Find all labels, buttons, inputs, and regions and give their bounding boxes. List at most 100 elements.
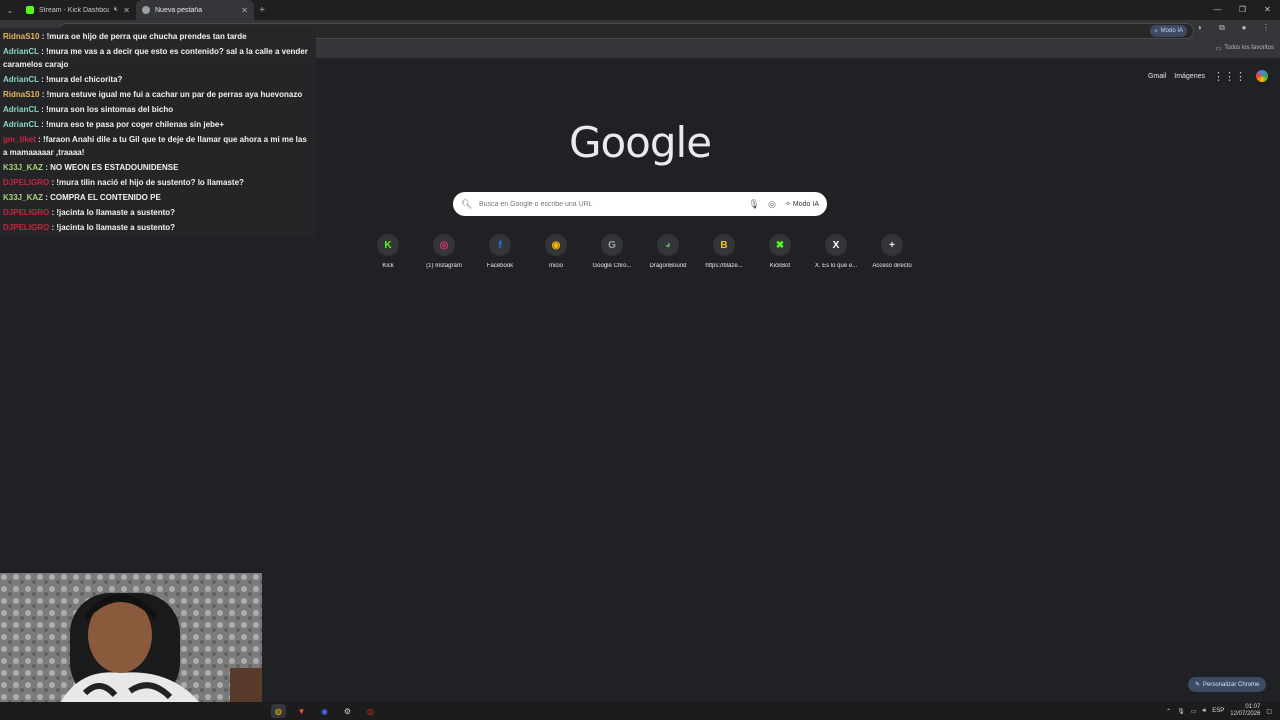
- shortcut-label: Acceso directo: [872, 263, 912, 269]
- shortcut-label: Facebook: [486, 263, 514, 269]
- modo-ia-button[interactable]: ✧ Modo IA: [781, 200, 819, 208]
- all-bookmarks-label: Todos los favoritos: [1224, 45, 1274, 51]
- taskbar-apps: ◍ ▼ ◉ ⚙︎ ◎: [271, 704, 378, 718]
- chat-username: K33J_KAZ: [3, 163, 44, 172]
- chat-text: NO WEON ES ESTADOUNIDENSE: [50, 163, 179, 172]
- window-controls: — ❐ ✕: [1205, 0, 1280, 20]
- chat-username: DJPELIGRO: [3, 223, 50, 232]
- shortcut-blaze[interactable]: Bhttps://blaze...: [696, 234, 752, 269]
- notifications-icon[interactable]: ▢: [1266, 708, 1272, 715]
- extensions-icon[interactable]: ⧉: [1216, 23, 1228, 33]
- chrome-icon[interactable]: ◍: [271, 704, 286, 718]
- chat-text: COMPRA EL CONTENIDO PE: [50, 193, 161, 202]
- kick-icon: [26, 6, 34, 14]
- shortcut-tiles: K Kick ◎ (1) Instagram f Facebook ◉ Inicio G…: [360, 234, 920, 269]
- customize-chrome-button[interactable]: ✎ Personalizar Chrome: [1188, 677, 1267, 692]
- cast-icon[interactable]: ◗: [1194, 23, 1206, 33]
- steam-icon[interactable]: ⚙︎: [340, 704, 355, 718]
- discord-icon[interactable]: ◉: [317, 704, 332, 718]
- chat-text: !mura me vas a a decir que esto es conte…: [3, 47, 308, 69]
- muted-speaker-icon[interactable]: 🔇︎: [114, 6, 118, 14]
- modo-ia-chip[interactable]: ✧ Modo IA: [1149, 25, 1187, 37]
- google-apps-icon[interactable]: ⋮⋮⋮: [1213, 70, 1246, 83]
- tab-kick-dashboard[interactable]: Stream - Kick Dashboard 🔇︎ ✕: [20, 0, 136, 20]
- shortcut-add[interactable]: + Acceso directo: [864, 234, 920, 269]
- chat-username: AdrianCL: [3, 47, 39, 56]
- clock[interactable]: 01:07 12/07/2026: [1230, 704, 1260, 718]
- brave-icon[interactable]: ▼: [294, 704, 309, 718]
- kick-icon: K: [377, 234, 399, 256]
- chat-message: K33J_KAZ : COMPRA EL CONTENIDO PE: [3, 193, 161, 202]
- search-input[interactable]: [473, 200, 746, 208]
- chat-message: AdrianCL : !mura me vas a a decir que es…: [3, 47, 308, 69]
- gmail-link[interactable]: Gmail: [1148, 73, 1166, 80]
- shortcut-kickbot[interactable]: ✖ KickBot: [752, 234, 808, 269]
- shortcut-inicio[interactable]: ◉ Inicio: [528, 234, 584, 269]
- language-indicator[interactable]: ESP: [1212, 708, 1224, 714]
- google-icon: G: [601, 234, 623, 256]
- google-lens-icon[interactable]: ◎: [763, 199, 781, 210]
- system-tray: ⌃ 🎙︎ ▭ 🔊︎ ESP 01:07 12/07/2026 ▢: [1166, 704, 1272, 718]
- shortcut-label: https://blaze...: [705, 263, 743, 269]
- network-icon[interactable]: ▭: [1191, 708, 1197, 715]
- chat-text: !mura estuve igual me fui a cachar un pa…: [46, 90, 303, 99]
- stream-chat-overlay: RidnaS10 : !mura oe hijo de perra que ch…: [0, 28, 316, 238]
- volume-icon[interactable]: 🔊︎: [1203, 708, 1207, 715]
- microphone-icon[interactable]: 🎙︎: [745, 199, 763, 210]
- sparkle-icon: ✧: [785, 201, 793, 208]
- chat-message: RidnaS10 : !mura estuve igual me fui a c…: [3, 90, 303, 99]
- obs-icon[interactable]: ◎: [363, 704, 378, 718]
- chat-username: DJPELIGRO: [3, 178, 50, 187]
- tab-title: Stream - Kick Dashboard: [39, 6, 109, 14]
- chat-username: AdrianCL: [3, 105, 39, 114]
- chat-text: !jacinta lo llamaste a sustento?: [56, 223, 176, 232]
- search-box[interactable]: 🔍︎ 🎙︎ ◎ ✧ Modo IA: [453, 192, 827, 216]
- shortcut-label: KickBot: [769, 263, 791, 269]
- inicio-icon: ◉: [545, 234, 567, 256]
- google-logo: Google: [568, 118, 712, 167]
- close-window-icon[interactable]: ✕: [1255, 0, 1280, 20]
- tab-strip: ⌄ Stream - Kick Dashboard 🔇︎ ✕ Nueva pes…: [0, 0, 1280, 20]
- chat-message: AdrianCL : !mura del chicorita?: [3, 75, 123, 84]
- restore-icon[interactable]: ❐: [1230, 0, 1255, 20]
- search-icon: 🔍︎: [461, 198, 473, 209]
- shortcut-label: Inicio: [548, 263, 563, 269]
- sparkle-icon: ✧: [1153, 28, 1159, 35]
- folder-icon: ▭: [1215, 46, 1222, 52]
- profile-chip-icon[interactable]: ●: [1238, 23, 1250, 33]
- menu-kebab-icon[interactable]: ⋮: [1260, 23, 1272, 33]
- tray-chevron-icon[interactable]: ⌃: [1166, 708, 1171, 715]
- chat-text: !mura tilin nació el hijo de sustento? l…: [56, 178, 244, 187]
- clock-time: 01:07: [1245, 704, 1261, 710]
- tab-search-chevron-icon[interactable]: ⌄: [0, 0, 20, 20]
- kickbot-icon: ✖: [769, 234, 791, 256]
- minimize-icon[interactable]: —: [1205, 0, 1230, 20]
- tab-new-tab[interactable]: Nueva pestaña ✕: [136, 0, 254, 20]
- shortcut-x[interactable]: X X. Es lo que e...: [808, 234, 864, 269]
- tab-title: Nueva pestaña: [155, 6, 203, 14]
- all-bookmarks-button[interactable]: ▭ Todos los favoritos: [1216, 45, 1274, 52]
- webcam-overlay: [0, 573, 262, 703]
- shortcut-dragonbound[interactable]: ◕ DragonBound: [640, 234, 696, 269]
- chat-username: gm_tiket: [3, 135, 36, 144]
- facebook-icon: f: [489, 234, 511, 256]
- shortcut-label: X. Es lo que e...: [814, 263, 858, 269]
- webcam-feed-image: [0, 573, 262, 703]
- shortcut-kick[interactable]: K Kick: [360, 234, 416, 269]
- close-tab-icon[interactable]: ✕: [241, 6, 248, 15]
- images-link[interactable]: Imágenes: [1174, 73, 1205, 80]
- shortcut-google-chrome[interactable]: G Google Chro...: [584, 234, 640, 269]
- chat-message: DJPELIGRO : !jacinta lo llamaste a suste…: [3, 208, 176, 217]
- windows-taskbar: ◍ ▼ ◉ ⚙︎ ◎ ⌃ 🎙︎ ▭ 🔊︎ ESP 01:07 12/07/202…: [0, 702, 1280, 720]
- new-tab-plus-icon[interactable]: +: [254, 5, 270, 16]
- chat-message: K33J_KAZ : NO WEON ES ESTADOUNIDENSE: [3, 163, 179, 172]
- chat-username: K33J_KAZ: [3, 193, 44, 202]
- shortcut-label: Kick: [382, 263, 394, 269]
- microphone-icon[interactable]: 🎙︎: [1177, 708, 1185, 715]
- close-tab-icon[interactable]: ✕: [123, 6, 130, 15]
- chat-message: DJPELIGRO : !mura tilin nació el hijo de…: [3, 178, 244, 187]
- shortcut-facebook[interactable]: f Facebook: [472, 234, 528, 269]
- avatar[interactable]: [1254, 68, 1270, 84]
- shortcut-instagram[interactable]: ◎ (1) Instagram: [416, 234, 472, 269]
- chat-username: AdrianCL: [3, 75, 39, 84]
